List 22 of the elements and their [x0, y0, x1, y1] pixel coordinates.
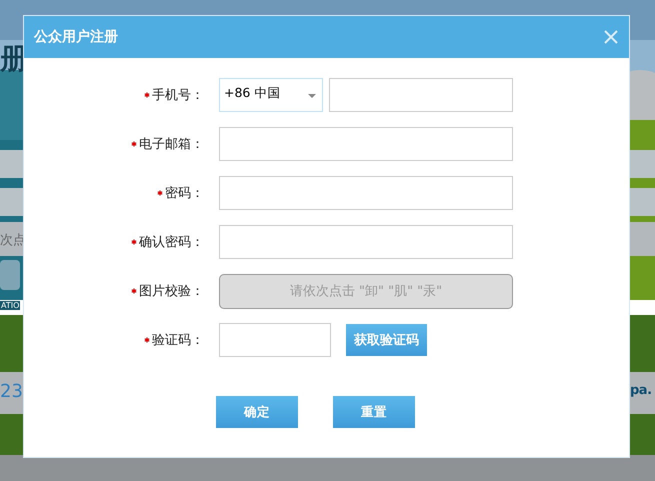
- dialog-button[interactable]: 确定: [216, 396, 298, 428]
- background-text: 23: [0, 381, 23, 402]
- field-label: 电子邮箱：: [139, 136, 204, 153]
- code-field[interactable]: [219, 323, 331, 357]
- password-field[interactable]: [219, 225, 513, 259]
- field-label: 手机号：: [152, 87, 204, 104]
- close-icon[interactable]: [603, 29, 619, 45]
- field-label: 确认密码：: [139, 234, 204, 251]
- get-code-button[interactable]: 获取验证码: [346, 324, 427, 356]
- background-text: ATIO: [0, 301, 20, 310]
- captcha-button[interactable]: 请依次点击 "卸" "肌" "汞": [219, 274, 513, 308]
- country-select[interactable]: +86 中国: [219, 78, 323, 112]
- password-field[interactable]: [219, 176, 513, 210]
- dialog-title: 公众用户注册: [34, 28, 118, 46]
- email-field[interactable]: [219, 127, 513, 161]
- dialog-button[interactable]: 重置: [333, 396, 415, 428]
- field-label: 验证码：: [152, 332, 204, 349]
- field-label: 密码：: [165, 185, 204, 202]
- phone-field[interactable]: [329, 78, 513, 112]
- field-label: 图片校验：: [139, 283, 204, 300]
- background-text: pa.: [630, 383, 652, 398]
- caret-icon: [308, 94, 316, 98]
